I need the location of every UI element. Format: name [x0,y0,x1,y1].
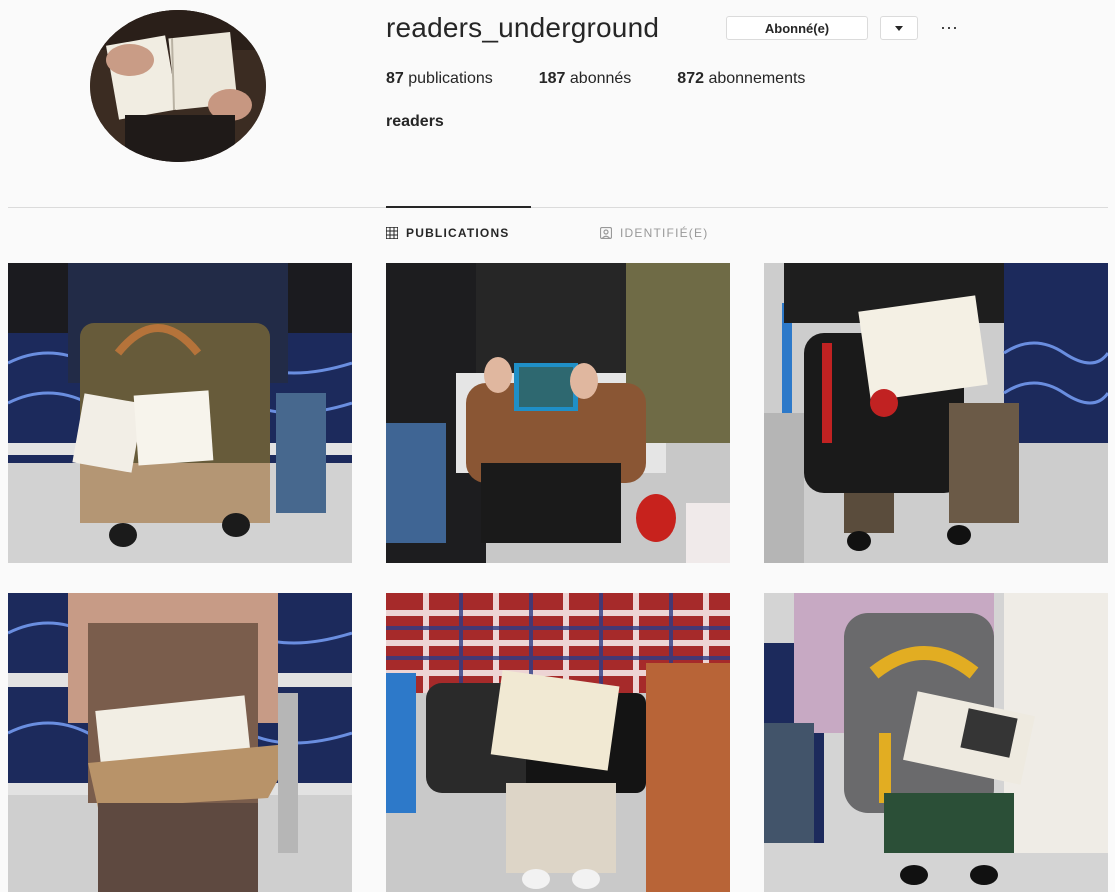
post-image [8,593,352,892]
stat-posts-count: 87 [386,70,404,87]
active-tab-indicator [386,206,531,208]
stat-followers-label: abonnés [569,70,632,87]
profile-bio: readers [386,113,444,130]
tab-publications[interactable]: PUBLICATIONS [386,226,510,240]
post-image [386,593,730,892]
tagged-icon [600,227,612,239]
tab-tagged-label: IDENTIFIÉ(E) [620,226,709,240]
post-image [764,593,1108,892]
stat-following[interactable]: 872 abonnements [677,70,805,88]
post-thumbnail[interactable] [386,263,730,563]
tab-tagged[interactable]: IDENTIFIÉ(E) [600,226,708,240]
post-thumbnail[interactable] [8,263,352,563]
post-image [386,263,730,563]
tab-publications-label: PUBLICATIONS [406,226,510,240]
following-button[interactable]: Abonné(e) [726,16,868,40]
avatar-image [90,10,266,162]
more-options-button[interactable]: ··· [936,14,962,40]
post-thumbnail[interactable] [386,593,730,892]
profile-avatar[interactable] [90,10,266,162]
post-image [764,263,1108,563]
stat-following-label: abonnements [708,70,806,87]
grid-icon [386,227,398,239]
chevron-down-icon [895,25,903,31]
stat-posts-label: publications [408,70,493,87]
stat-posts: 87 publications [386,70,493,88]
post-thumbnail[interactable] [764,593,1108,892]
stat-following-count: 872 [677,70,704,87]
post-thumbnail[interactable] [8,593,352,892]
stat-followers[interactable]: 187 abonnés [539,70,632,88]
post-image [8,263,352,563]
post-thumbnail[interactable] [764,263,1108,563]
suggestions-dropdown-button[interactable] [880,16,918,40]
tabs-divider [8,207,1108,208]
profile-username: readers_underground [386,12,660,43]
stat-followers-count: 187 [538,70,566,87]
profile-stats: 87 publications 187 abonnés 872 abonneme… [386,70,851,88]
